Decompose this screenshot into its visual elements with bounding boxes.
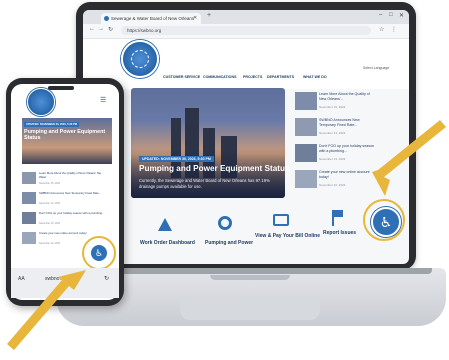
arrow-phone [7, 270, 86, 350]
arrow-laptop [372, 120, 446, 196]
callout-arrows [7, 120, 446, 350]
